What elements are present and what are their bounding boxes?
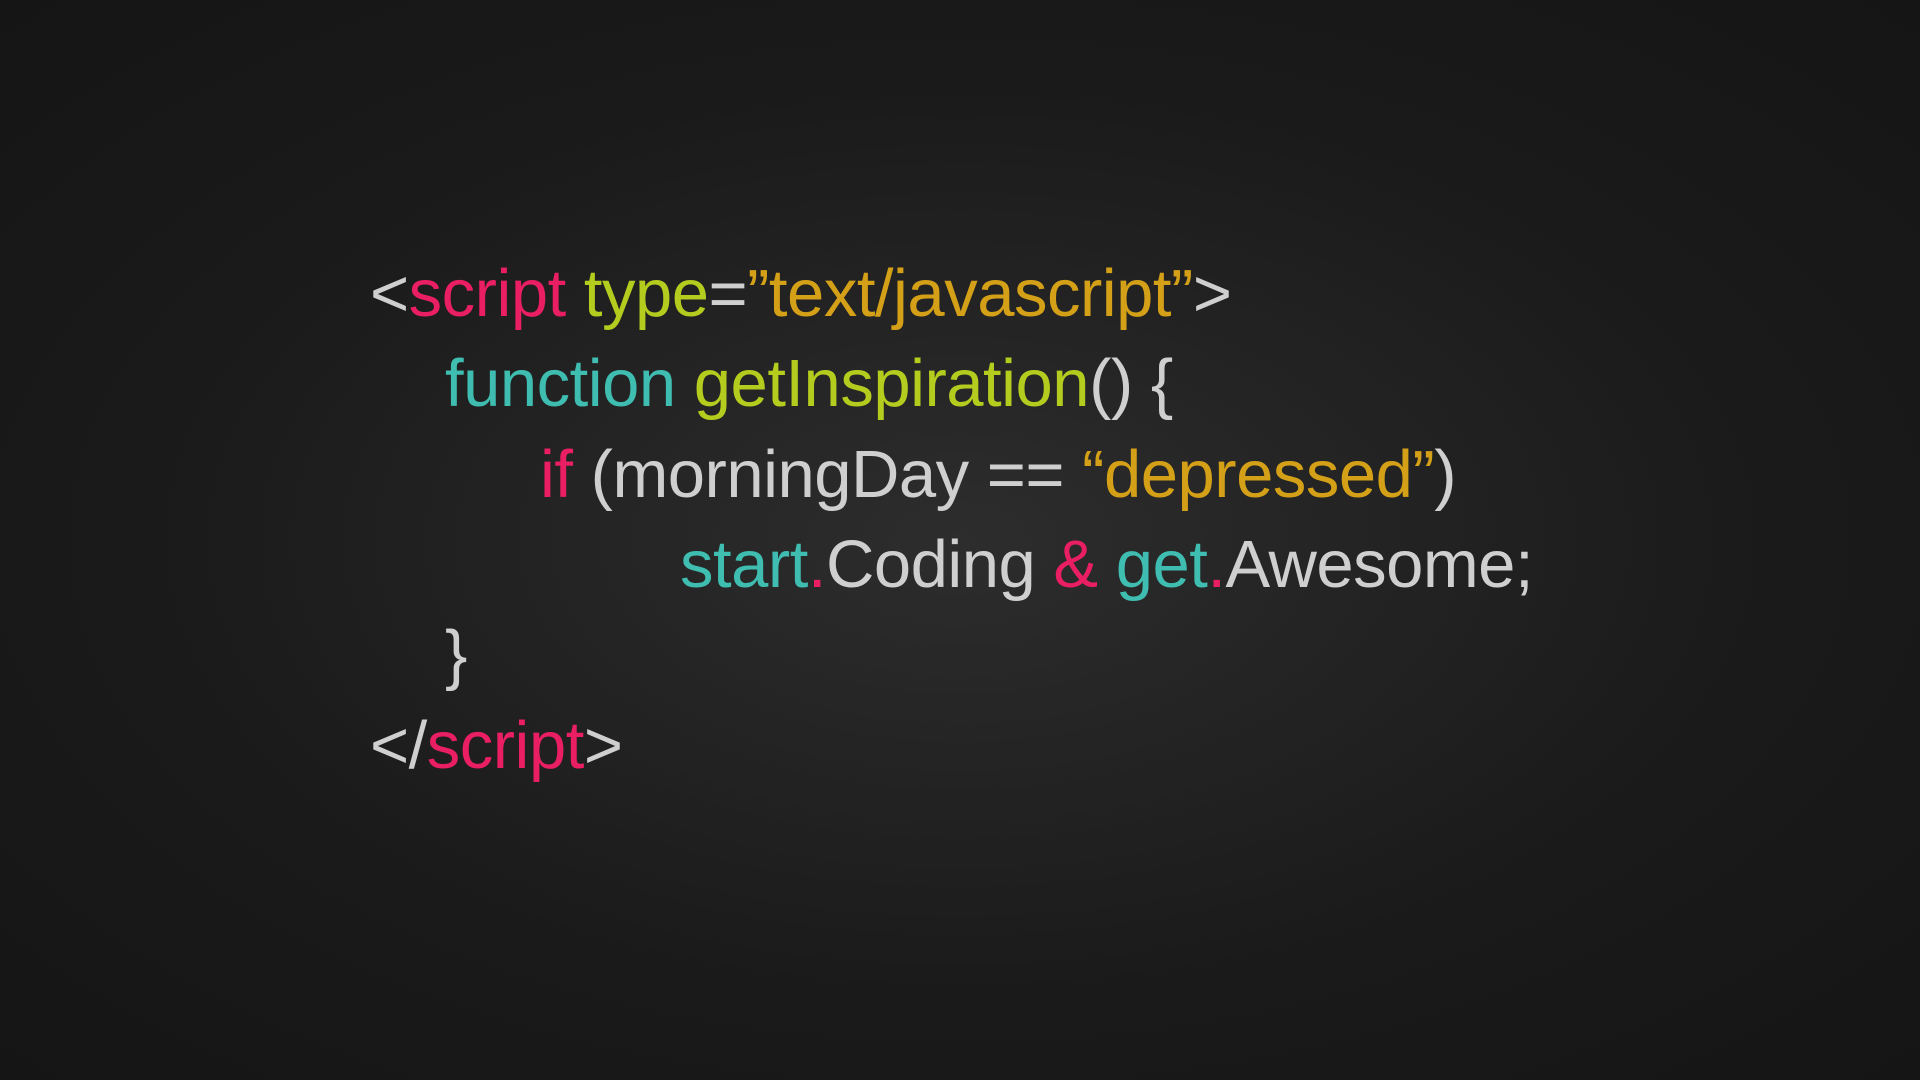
space: [566, 256, 584, 331]
space: [969, 437, 987, 512]
attribute-value: ”text/javascript”: [747, 256, 1193, 331]
space: [1064, 437, 1082, 512]
ampersand: &: [1053, 527, 1097, 602]
keyword-if: if: [540, 437, 573, 512]
code-line-5: }: [370, 610, 1533, 700]
dot: .: [1207, 527, 1225, 602]
angle-bracket-open: <: [370, 256, 409, 331]
tag-name: script: [427, 708, 584, 783]
variable: morningDay: [612, 437, 968, 512]
angle-bracket-open-close: </: [370, 708, 427, 783]
code-snippet: <script type=”text/javascript”> function…: [370, 249, 1533, 792]
space: [573, 437, 591, 512]
code-line-4: start.Coding & get.Awesome;: [370, 520, 1533, 610]
paren-close: ): [1434, 437, 1456, 512]
paren-open: (: [591, 437, 613, 512]
space: [676, 346, 694, 421]
parens: (): [1089, 346, 1133, 421]
semicolon: ;: [1515, 527, 1533, 602]
function-name: getInspiration: [694, 346, 1089, 421]
brace-open: {: [1151, 346, 1173, 421]
object-start: start: [680, 527, 808, 602]
code-line-1: <script type=”text/javascript”>: [370, 249, 1533, 339]
string-literal: “depressed”: [1082, 437, 1434, 512]
operator-eq: ==: [987, 437, 1064, 512]
code-line-2: function getInspiration() {: [370, 339, 1533, 429]
equals: =: [708, 256, 747, 331]
object-get: get: [1116, 527, 1208, 602]
space: [1098, 527, 1116, 602]
property-coding: Coding: [826, 527, 1035, 602]
space: [1133, 346, 1151, 421]
code-line-6: </script>: [370, 701, 1533, 791]
attribute-name: type: [584, 256, 709, 331]
angle-bracket-close: >: [1193, 256, 1232, 331]
brace-close: }: [445, 617, 467, 692]
property-awesome: Awesome: [1225, 527, 1514, 602]
tag-name: script: [409, 256, 566, 331]
dot: .: [808, 527, 826, 602]
keyword-function: function: [445, 346, 676, 421]
space: [1035, 527, 1053, 602]
angle-bracket-close: >: [584, 708, 623, 783]
code-line-3: if (morningDay == “depressed”): [370, 430, 1533, 520]
